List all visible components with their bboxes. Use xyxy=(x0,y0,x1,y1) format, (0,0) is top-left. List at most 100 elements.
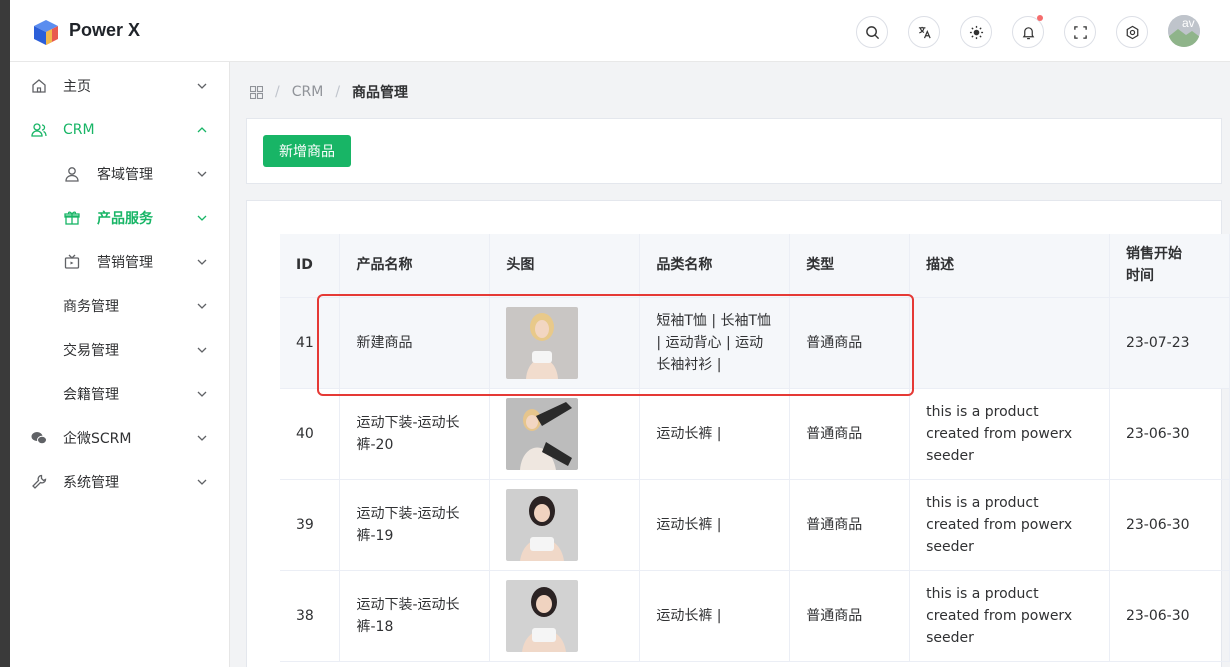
theme-icon xyxy=(969,25,983,39)
table-row[interactable]: 41 新建商品 短袖T恤 | 长袖T恤 | 运动背心 | 运动长袖衬衫 | 普通… xyxy=(280,297,1230,389)
table-row[interactable]: 40 运动下装-运动长裤-20 运动长裤 | 普通商品 this is a pr… xyxy=(280,388,1230,480)
cell-category: 运动长裤 | xyxy=(639,570,791,662)
column-header-name: 产品名称 xyxy=(339,234,491,298)
settings-button[interactable] xyxy=(1116,16,1148,48)
search-icon xyxy=(865,25,879,39)
cell-type: 普通商品 xyxy=(789,570,911,662)
cell-image xyxy=(489,388,641,480)
sidebar-item-label: 会籍管理 xyxy=(63,387,119,403)
sidebar-item-home[interactable]: 主页 xyxy=(10,64,229,108)
cell-name: 运动下装-运动长裤-19 xyxy=(339,479,491,571)
product-table: ID 产品名称 头图 品类名称 类型 描述 销售开始时间 41 新建商品 短袖T… xyxy=(280,234,1230,662)
header-line: 时间 xyxy=(1125,268,1154,285)
breadcrumb-separator: / xyxy=(335,84,341,100)
sidebar-item-system[interactable]: 系统管理 xyxy=(10,460,229,504)
sidebar-item-label: CRM xyxy=(63,122,95,138)
cell-id: 41 xyxy=(280,297,341,389)
cell-description: this is a product created from powerx se… xyxy=(909,479,1110,571)
tv-icon xyxy=(63,253,81,271)
avatar[interactable]: av xyxy=(1168,15,1200,47)
cell-type: 普通商品 xyxy=(789,479,911,571)
cell-name: 新建商品 xyxy=(339,297,491,389)
column-header-description: 描述 xyxy=(909,234,1110,298)
gift-icon xyxy=(63,209,81,227)
theme-toggle-button[interactable] xyxy=(960,16,992,48)
breadcrumb: / CRM / 商品管理 xyxy=(250,82,408,102)
add-product-button[interactable]: 新增商品 xyxy=(263,135,351,167)
sidebar-item-wecom-scrm[interactable]: 企微SCRM xyxy=(10,416,229,460)
table-row[interactable]: 38 运动下装-运动长裤-18 运动长裤 | 普通商品 this is a pr… xyxy=(280,570,1230,662)
cell-image xyxy=(489,297,641,389)
cell-category: 运动长裤 | xyxy=(639,388,791,480)
cell-category: 运动长裤 | xyxy=(639,479,791,571)
column-header-image: 头图 xyxy=(489,234,641,298)
header-line: 销售开始 xyxy=(1125,246,1182,263)
chevron-down-icon xyxy=(197,435,207,441)
cell-description xyxy=(909,297,1110,389)
wrench-icon xyxy=(30,473,48,491)
logo-icon xyxy=(34,20,58,45)
product-thumbnail[interactable] xyxy=(506,306,579,379)
toolbar-card: 新增商品 xyxy=(246,118,1222,184)
bell-icon xyxy=(1022,26,1034,39)
breadcrumb-crm[interactable]: CRM xyxy=(292,84,324,100)
product-thumbnail[interactable] xyxy=(506,397,579,470)
fullscreen-button[interactable] xyxy=(1064,16,1096,48)
sidebar-item-membership[interactable]: 会籍管理 xyxy=(10,372,229,416)
sidebar-item-customer-domain[interactable]: 客域管理 xyxy=(10,152,229,196)
cell-id: 38 xyxy=(280,570,341,662)
sidebar-item-crm[interactable]: CRM xyxy=(10,108,229,152)
column-header-sale-start: 销售开始 时间 xyxy=(1109,234,1230,298)
language-button[interactable] xyxy=(908,16,940,48)
column-header-type: 类型 xyxy=(789,234,911,298)
cell-image xyxy=(489,479,641,571)
product-thumbnail[interactable] xyxy=(506,488,579,561)
cell-sale-start: 23-07-23 xyxy=(1109,297,1230,389)
fullscreen-icon xyxy=(1073,25,1087,39)
column-header-id: ID xyxy=(280,234,341,298)
search-button[interactable] xyxy=(856,16,888,48)
wechat-icon xyxy=(30,429,48,447)
chevron-down-icon xyxy=(197,171,207,177)
column-header-category: 品类名称 xyxy=(639,234,791,298)
product-thumbnail[interactable] xyxy=(506,579,579,652)
table-header-row: ID 产品名称 头图 品类名称 类型 描述 销售开始时间 xyxy=(280,234,1230,298)
sidebar-item-marketing[interactable]: 营销管理 xyxy=(10,240,229,284)
sidebar-item-product-service[interactable]: 产品服务 xyxy=(10,196,229,240)
sidebar-item-label: 商务管理 xyxy=(63,299,119,315)
notifications-button[interactable] xyxy=(1012,15,1044,48)
chevron-down-icon xyxy=(197,479,207,485)
sidebar-item-label: 客域管理 xyxy=(97,167,153,183)
sidebar-item-label: 交易管理 xyxy=(63,343,119,359)
users-icon xyxy=(30,121,48,139)
grid-icon[interactable] xyxy=(250,85,263,99)
app-title: Power X xyxy=(69,20,141,40)
chevron-down-icon xyxy=(197,215,207,221)
cell-image xyxy=(489,570,641,662)
window-edge xyxy=(0,0,10,667)
chevron-down-icon xyxy=(197,259,207,265)
sidebar-item-label: 主页 xyxy=(63,79,91,95)
sidebar: 主页 CRM 客域管理 产品服务 营销管理 商务管理 交易管理 会籍管理 企微S… xyxy=(10,62,230,667)
cell-name: 运动下装-运动长裤-20 xyxy=(339,388,491,480)
sidebar-item-business[interactable]: 商务管理 xyxy=(10,284,229,328)
cell-id: 40 xyxy=(280,388,341,480)
chevron-up-icon xyxy=(197,127,207,133)
top-header: Power X av xyxy=(10,0,1230,62)
chevron-down-icon xyxy=(197,391,207,397)
breadcrumb-separator: / xyxy=(275,84,280,100)
cell-type: 普通商品 xyxy=(789,297,911,389)
sidebar-item-label: 营销管理 xyxy=(97,255,153,271)
app-window: Power X av 主页 CRM 客域管理 产品服务 营销管理 商务管理 交易… xyxy=(10,0,1230,667)
sidebar-item-label: 产品服务 xyxy=(97,211,153,227)
sidebar-item-trade[interactable]: 交易管理 xyxy=(10,328,229,372)
cell-sale-start: 23-06-30 xyxy=(1109,570,1230,662)
translate-icon xyxy=(918,26,931,38)
settings-icon xyxy=(1126,25,1138,39)
chevron-down-icon xyxy=(197,347,207,353)
user-icon xyxy=(63,165,81,183)
cell-sale-start: 23-06-30 xyxy=(1109,479,1230,571)
cell-type: 普通商品 xyxy=(789,388,911,480)
notification-dot xyxy=(1037,15,1043,21)
table-row[interactable]: 39 运动下装-运动长裤-19 运动长裤 | 普通商品 this is a pr… xyxy=(280,479,1230,571)
